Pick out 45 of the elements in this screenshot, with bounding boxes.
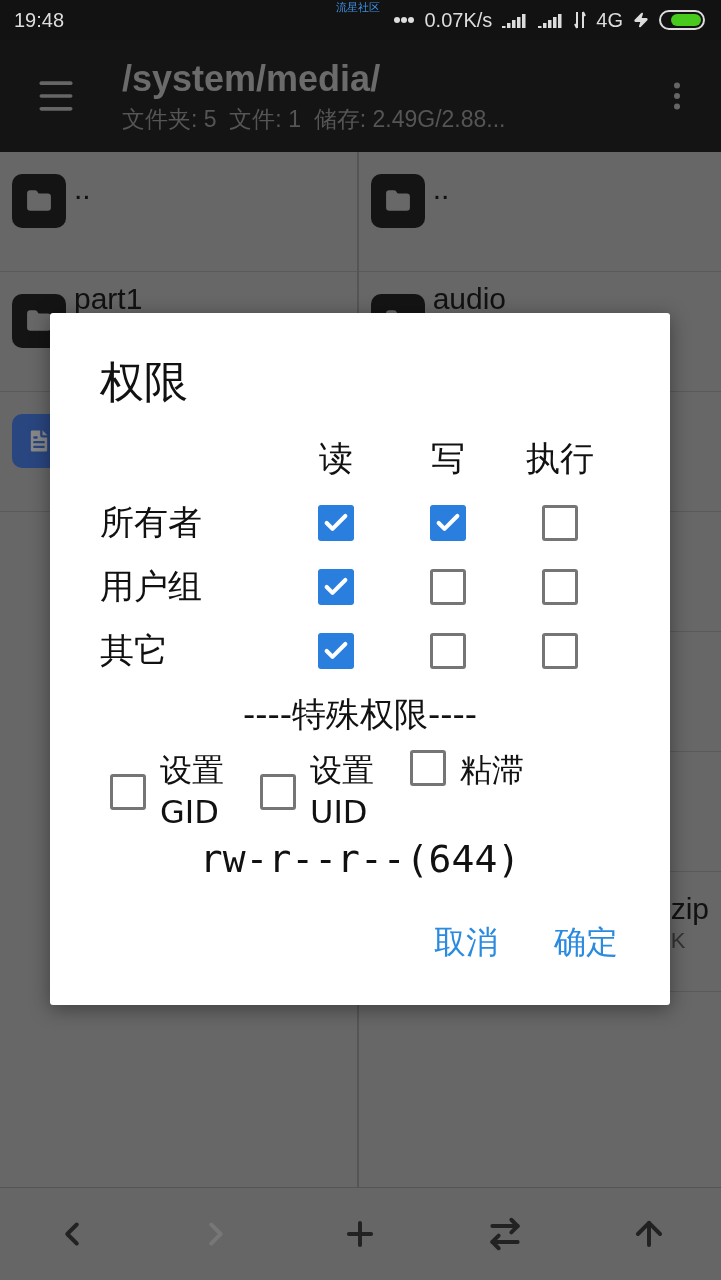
row-label: 所有者 — [100, 501, 202, 544]
checkbox-label: 粘滞 — [460, 750, 525, 791]
checkbox-label: 设置 UID — [310, 750, 375, 833]
row-label: 其它 — [100, 629, 168, 672]
checkbox[interactable] — [318, 633, 354, 669]
checkbox[interactable] — [542, 569, 578, 605]
file-name[interactable]: .. — [74, 174, 91, 204]
file-name[interactable]: .. — [432, 174, 450, 204]
checkbox-label: 设置 GID — [160, 750, 225, 833]
data-arrows-icon — [574, 10, 587, 30]
checkbox[interactable] — [430, 505, 466, 541]
checkbox[interactable] — [542, 505, 578, 541]
file-name: zip — [670, 894, 709, 924]
folder-icon — [12, 174, 66, 228]
charging-icon — [633, 12, 649, 28]
cancel-button[interactable]: 取消 — [434, 921, 498, 966]
file-name[interactable]: audio — [432, 284, 507, 314]
signal-icon — [538, 12, 565, 28]
dialog-title: 权限 — [100, 355, 189, 409]
section-title: ----特殊权限---- — [242, 693, 478, 736]
checkbox[interactable] — [260, 773, 296, 810]
signal-icon — [502, 12, 529, 28]
column-header: 写 — [431, 437, 465, 480]
checkbox[interactable] — [430, 569, 466, 605]
network-speed: 0.07K/s — [424, 8, 493, 32]
checkbox[interactable] — [410, 750, 446, 786]
more-icon — [394, 17, 415, 23]
confirm-button[interactable]: 确定 — [554, 921, 618, 966]
network-type: 4G — [596, 8, 623, 32]
file-name[interactable]: part1 — [74, 284, 143, 314]
carrier-label: 流星社区 — [336, 0, 380, 15]
column-header: 执行 — [526, 437, 594, 480]
checkbox[interactable] — [430, 633, 466, 669]
column-header: 读 — [319, 437, 353, 480]
folder-icon — [370, 174, 425, 228]
checkbox[interactable] — [542, 633, 578, 669]
path-title: /system/media/ — [122, 57, 382, 100]
battery-icon — [659, 10, 707, 30]
row-label: 用户组 — [100, 565, 202, 608]
checkbox[interactable] — [110, 773, 146, 810]
folder-summary: 文件夹: 5 文件: 1 储存: 2.49G/2.88... — [122, 104, 507, 134]
checkbox[interactable] — [318, 569, 354, 605]
checkbox[interactable] — [318, 505, 354, 541]
clock: 19:48 — [14, 8, 65, 32]
permission-mode: rw-r--r--(644) — [199, 837, 521, 882]
